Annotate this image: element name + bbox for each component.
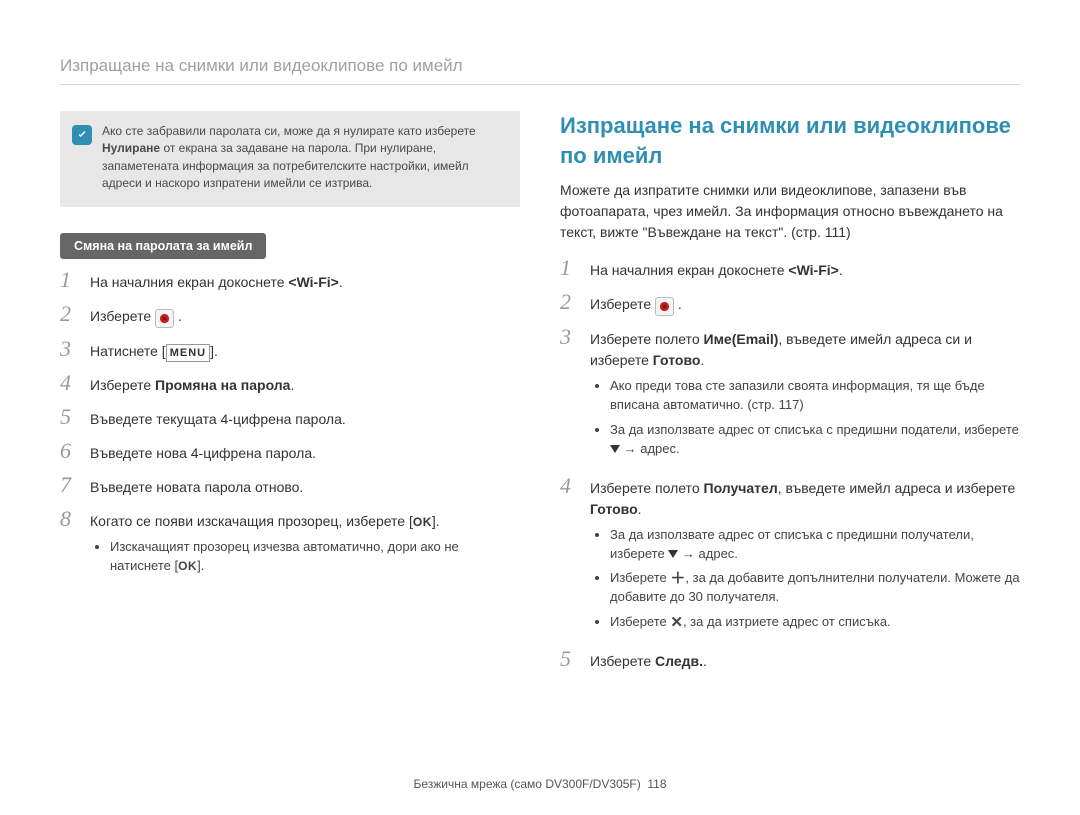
step-num: 2 — [60, 303, 80, 325]
step-num: 5 — [560, 648, 580, 670]
text: Изберете полето — [590, 480, 704, 496]
page-title: Изпращане на снимки или видеоклипове по … — [60, 56, 1020, 85]
text: На началния екран докоснете — [90, 274, 288, 290]
wifi-label: <Wi-Fi> — [788, 262, 838, 278]
bullet: Изберете ✕, за да изтриете адрес от спис… — [610, 613, 1020, 632]
step-body: Изберете Промяна на парола. — [90, 375, 520, 396]
step-num: 3 — [60, 338, 80, 360]
bullet: За да използвате адрес от списъка с пред… — [610, 526, 1020, 564]
text: → адрес. — [678, 546, 738, 561]
step-num: 8 — [60, 508, 80, 530]
text: Изберете — [610, 614, 670, 629]
footer-label: Безжична мрежа (само DV300F/DV305F) — [413, 777, 640, 791]
step-body: На началния екран докоснете <Wi-Fi>. — [90, 272, 520, 293]
right-column: Изпращане на снимки или видеоклипове по … — [560, 111, 1020, 682]
text: Когато се появи изскачащия прозорец, изб… — [90, 513, 413, 529]
text: Изберете полето — [590, 331, 704, 347]
step-body: Въведете текущата 4-цифрена парола. — [90, 409, 520, 430]
text: , за да изтриете адрес от списъка. — [683, 614, 891, 629]
bold-text: Следв. — [655, 653, 703, 669]
step-num: 6 — [60, 440, 80, 462]
text: ]. — [432, 513, 440, 529]
text: ]. — [197, 558, 204, 573]
text: За да използвате адрес от списъка с пред… — [610, 422, 1019, 437]
step-body: Въведете нова 4-цифрена парола. — [90, 443, 520, 464]
bold-text: Промяна на парола — [155, 377, 290, 393]
bullet: Изскачащият прозорец изчезва автоматично… — [110, 538, 520, 576]
bullet: Изберете ＋, за да добавите допълнителни … — [610, 569, 1020, 607]
text: Изберете — [90, 308, 155, 324]
text: . — [678, 296, 682, 312]
note-bold: Нулиране — [102, 141, 160, 155]
text: Натиснете [ — [90, 343, 166, 359]
step-body: Натиснете [MENU]. — [90, 341, 520, 363]
step-num: 7 — [60, 474, 80, 496]
text: . — [700, 352, 704, 368]
text: . — [290, 377, 294, 393]
left-column: Ако сте забравили паролата си, може да я… — [60, 111, 520, 682]
x-icon: ✕ — [670, 615, 683, 630]
step-num: 3 — [560, 326, 580, 348]
step-num: 1 — [560, 257, 580, 279]
text: . — [839, 262, 843, 278]
step-body: Когато се появи изскачащия прозорец, изб… — [90, 511, 520, 582]
triangle-down-icon — [668, 550, 678, 558]
text: . — [339, 274, 343, 290]
plus-icon: ＋ — [670, 571, 685, 586]
text: , въведете имейл адреса и изберете — [778, 480, 1016, 496]
ok-label: OK — [413, 515, 432, 529]
section-title-bar: Смяна на паролата за имейл — [60, 233, 266, 259]
text: . — [178, 308, 182, 324]
right-steps: 1 На началния екран докоснете <Wi-Fi>. 2… — [560, 257, 1020, 672]
text: Изберете — [590, 296, 655, 312]
ok-label: OK — [178, 559, 197, 573]
info-icon — [72, 125, 92, 145]
bold-text: Готово — [590, 501, 638, 517]
step-num: 2 — [560, 291, 580, 313]
step-num: 5 — [60, 406, 80, 428]
note-text: Ако сте забравили паролата си, може да я… — [102, 123, 506, 193]
step-body: Изберете полето Име(Email), въведете име… — [590, 329, 1020, 464]
step-body: Изберете . — [90, 306, 520, 328]
text: Изберете — [590, 653, 655, 669]
step-body: На началния екран докоснете <Wi-Fi>. — [590, 260, 1020, 281]
step-body: Въведете новата парола отново. — [90, 477, 520, 498]
text: За да използвате адрес от списъка с пред… — [610, 527, 974, 561]
intro-text: Можете да изпратите снимки или видеоклип… — [560, 180, 1020, 243]
note-line1: Ако сте забравили паролата си, може да я… — [102, 124, 476, 138]
text: ]. — [210, 343, 218, 359]
step-body: Изберете полето Получател, въведете имей… — [590, 478, 1020, 638]
text: На началния екран докоснете — [590, 262, 788, 278]
text: → адрес. — [620, 441, 680, 456]
email-icon — [155, 309, 174, 328]
step-body: Изберете . — [590, 294, 1020, 316]
text: Изскачащият прозорец изчезва автоматично… — [110, 539, 459, 573]
bold-text: Готово — [653, 352, 701, 368]
step-body: Изберете Следв.. — [590, 651, 1020, 672]
footer-page-number: 118 — [647, 777, 666, 791]
step-num: 4 — [560, 475, 580, 497]
text: Изберете — [610, 570, 670, 585]
note-box: Ако сте забравили паролата си, може да я… — [60, 111, 520, 207]
bold-text: Име(Email) — [704, 331, 779, 347]
menu-button-label: MENU — [166, 344, 210, 363]
bullet: За да използвате адрес от списъка с пред… — [610, 421, 1020, 459]
text: Изберете — [90, 377, 155, 393]
step-num: 1 — [60, 269, 80, 291]
step-num: 4 — [60, 372, 80, 394]
bullet: Ако преди това сте запазили своята инфор… — [610, 377, 1020, 415]
bold-text: Получател — [704, 480, 778, 496]
left-steps: 1 На началния екран докоснете <Wi-Fi>. 2… — [60, 269, 520, 582]
page-footer: Безжична мрежа (само DV300F/DV305F) 118 — [0, 777, 1080, 791]
text: . — [638, 501, 642, 517]
triangle-down-icon — [610, 445, 620, 453]
section-heading: Изпращане на снимки или видеоклипове по … — [560, 111, 1020, 170]
wifi-label: <Wi-Fi> — [288, 274, 338, 290]
email-icon — [655, 297, 674, 316]
text: . — [703, 653, 707, 669]
